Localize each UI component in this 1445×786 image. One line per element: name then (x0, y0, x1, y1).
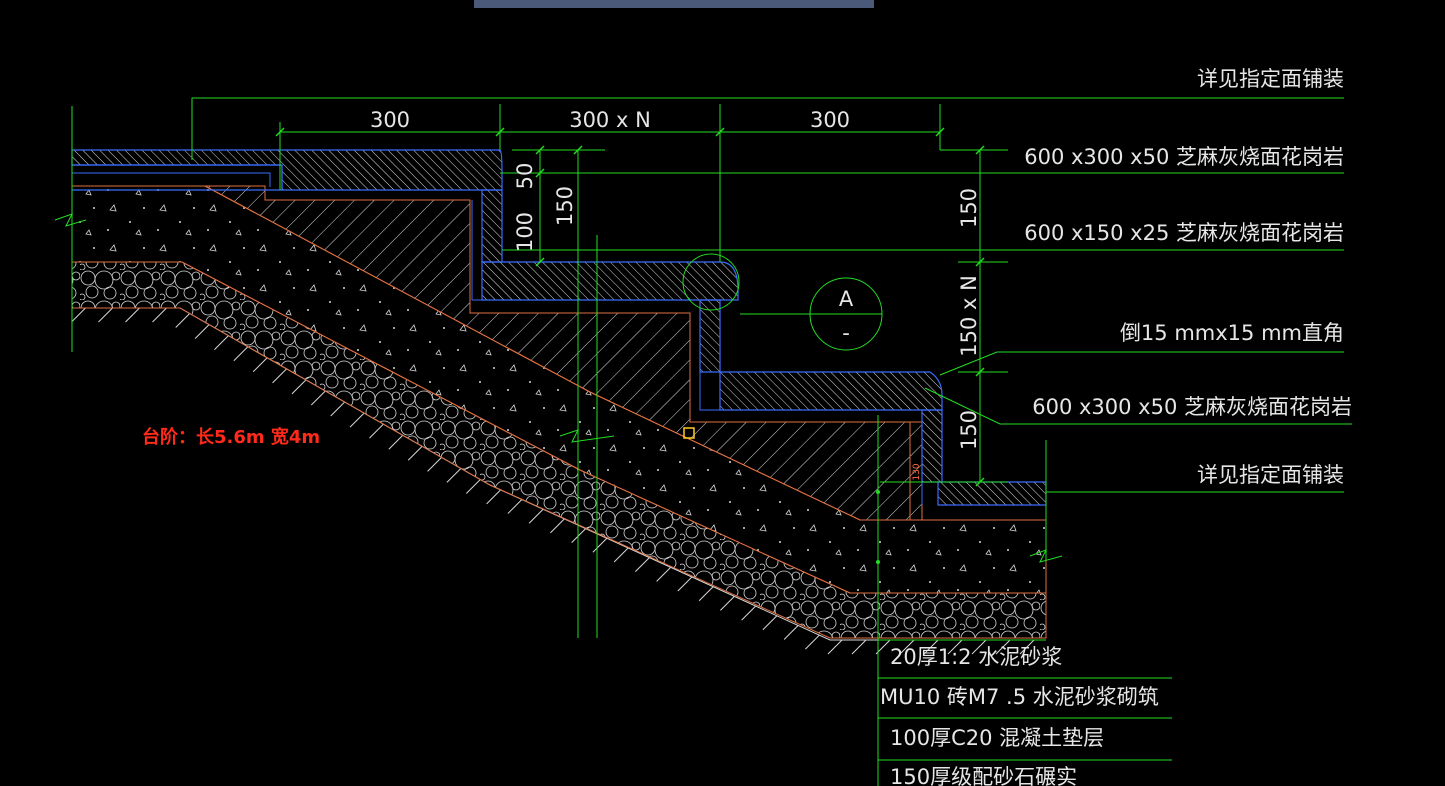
dim-300-left: 300 (370, 108, 410, 132)
earth-tick (698, 586, 714, 602)
earth-tick (233, 346, 249, 362)
layer-4: 150厚级配砂石碾实 (890, 765, 1077, 786)
dim-300xN: 300 x N (569, 108, 651, 132)
earth-tick (125, 307, 140, 323)
earth-tick (571, 528, 586, 543)
earth-tick (427, 456, 442, 472)
earth-tick (175, 313, 191, 328)
earth-tick (446, 468, 462, 483)
earth-tick (272, 368, 287, 384)
stair-section-drawing: 详见指定面铺装 600 x300 x50 芝麻灰烧面花岗岩 600 x150 x… (54, 67, 1352, 786)
earth-tick (349, 412, 365, 428)
earth-tick (252, 357, 268, 373)
earth-tick (528, 508, 544, 524)
earth-tick (635, 557, 650, 573)
callout-slab-600x300: 600 x300 x50 芝麻灰烧面花岗岩 (1024, 145, 1344, 169)
earth-tick (214, 335, 229, 351)
earth-tick (152, 307, 167, 323)
earth-tick (465, 479, 481, 494)
earth-tick (330, 401, 346, 417)
earth-tick (310, 390, 326, 406)
callout-riser-600x150: 600 x150 x25 芝麻灰烧面花岗岩 (1024, 221, 1344, 245)
dim-50: 50 (513, 163, 537, 190)
earth-tick (369, 423, 384, 439)
earth-tick (851, 639, 867, 655)
dim-150-right-top: 150 (957, 188, 981, 228)
earth-tick (194, 324, 210, 339)
layer-3: 100厚C20 混凝土垫层 (890, 726, 1104, 750)
earth-tick (291, 379, 307, 395)
dim-300-right: 300 (810, 108, 850, 132)
earth-tick (592, 537, 608, 553)
earth-tick (486, 489, 501, 505)
dim-150-right-bottom: 150 (957, 410, 981, 450)
detail-marker-sub: - (842, 321, 850, 345)
earth-tick (550, 518, 565, 534)
dim-150xN: 150 x N (957, 275, 981, 357)
detail-marker-letter: A (839, 287, 854, 311)
earth-tick (762, 615, 778, 631)
callout-tread-600x300: 600 x300 x50 芝麻灰烧面花岗岩 (1032, 395, 1352, 419)
earth-tick (507, 499, 523, 514)
earth-tick (741, 605, 756, 621)
earth-tick (805, 634, 820, 650)
earth-tick (783, 625, 799, 640)
layer-2: MU10 砖M7 .5 水泥砂浆砌筑 (880, 685, 1159, 709)
earth-tick (720, 596, 735, 611)
dim-100: 100 (513, 212, 537, 252)
earth-tick (827, 639, 843, 655)
stair-size-note: 台阶：长5.6m 宽4m (142, 426, 320, 448)
earth-tick (613, 547, 629, 563)
earth-tick (407, 445, 423, 461)
callout-chamfer: 倒15 mmx15 mm直角 (1120, 321, 1344, 345)
layer-1: 20厚1:2 水泥砂浆 (890, 645, 1062, 669)
earth-tick (656, 566, 671, 582)
earth-tick (98, 307, 113, 323)
earth-tick (677, 576, 693, 592)
callout-bottom-finish: 详见指定面铺装 (1197, 463, 1344, 487)
dim-130: 130 (912, 463, 922, 480)
earth-tick (71, 307, 86, 323)
dim-150-left: 150 (553, 186, 577, 226)
callout-top-finish: 详见指定面铺装 (1197, 67, 1344, 91)
earth-tick (388, 434, 404, 450)
